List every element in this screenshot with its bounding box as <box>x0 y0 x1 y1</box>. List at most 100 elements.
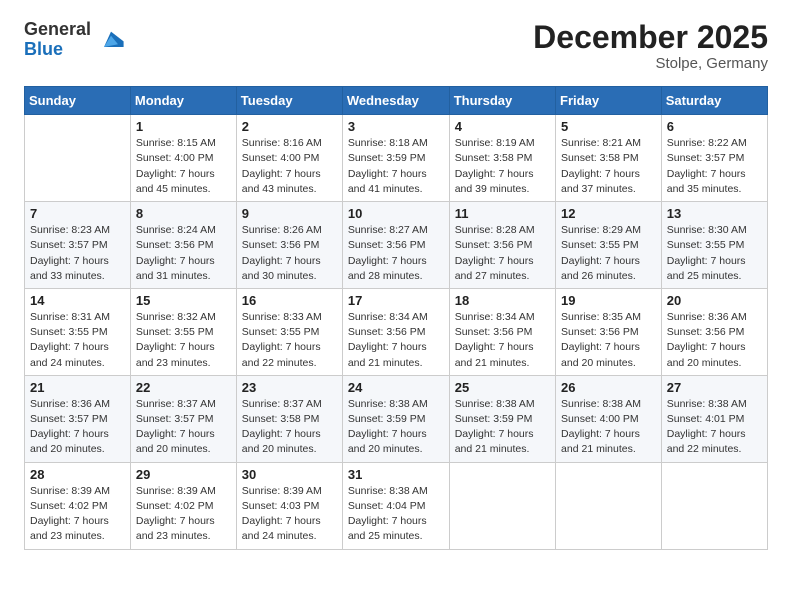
weekday-header-row: SundayMondayTuesdayWednesdayThursdayFrid… <box>25 87 768 115</box>
week-row-4: 21 Sunrise: 8:36 AMSunset: 3:57 PMDayligh… <box>25 375 768 462</box>
day-info: Sunrise: 8:34 AMSunset: 3:56 PMDaylight:… <box>348 310 444 371</box>
day-info: Sunrise: 8:38 AMSunset: 4:04 PMDaylight:… <box>348 484 444 545</box>
day-cell: 5 Sunrise: 8:21 AMSunset: 3:58 PMDaylight… <box>556 115 662 202</box>
day-cell: 18 Sunrise: 8:34 AMSunset: 3:56 PMDayligh… <box>449 288 555 375</box>
day-info: Sunrise: 8:38 AMSunset: 3:59 PMDaylight:… <box>455 397 550 458</box>
day-cell: 6 Sunrise: 8:22 AMSunset: 3:57 PMDaylight… <box>661 115 767 202</box>
day-info: Sunrise: 8:36 AMSunset: 3:57 PMDaylight:… <box>30 397 125 458</box>
day-cell: 8Sunrise: 8:24 AMSunset: 3:56 PMDaylight… <box>130 202 236 289</box>
day-number: 2 <box>242 119 337 134</box>
day-cell: 10 Sunrise: 8:27 AMSunset: 3:56 PMDayligh… <box>342 202 449 289</box>
day-cell: 23 Sunrise: 8:37 AMSunset: 3:58 PMDayligh… <box>236 375 342 462</box>
day-number: 1 <box>136 119 231 134</box>
day-cell: 3 Sunrise: 8:18 AMSunset: 3:59 PMDaylight… <box>342 115 449 202</box>
day-info: Sunrise: 8:38 AMSunset: 4:01 PMDaylight:… <box>667 397 762 458</box>
day-info: Sunrise: 8:26 AMSunset: 3:56 PMDaylight:… <box>242 223 337 284</box>
day-info: Sunrise: 8:28 AMSunset: 3:56 PMDaylight:… <box>455 223 550 284</box>
day-info: Sunrise: 8:39 AMSunset: 4:03 PMDaylight:… <box>242 484 337 545</box>
day-number: 5 <box>561 119 656 134</box>
day-info: Sunrise: 8:22 AMSunset: 3:57 PMDaylight:… <box>667 136 762 197</box>
day-cell: 19 Sunrise: 8:35 AMSunset: 3:56 PMDayligh… <box>556 288 662 375</box>
page-header: General Blue December 2025 Stolpe, Germa… <box>24 20 768 72</box>
weekday-header-saturday: Saturday <box>661 87 767 115</box>
day-number: 18 <box>455 293 550 308</box>
day-number: 10 <box>348 206 444 221</box>
day-info: Sunrise: 8:34 AMSunset: 3:56 PMDaylight:… <box>455 310 550 371</box>
day-cell: 12 Sunrise: 8:29 AMSunset: 3:55 PMDayligh… <box>556 202 662 289</box>
day-cell: 20 Sunrise: 8:36 AMSunset: 3:56 PMDayligh… <box>661 288 767 375</box>
day-number: 25 <box>455 380 550 395</box>
day-cell: 13Sunrise: 8:30 AMSunset: 3:55 PMDayligh… <box>661 202 767 289</box>
day-info: Sunrise: 8:18 AMSunset: 3:59 PMDaylight:… <box>348 136 444 197</box>
day-info: Sunrise: 8:38 AMSunset: 4:00 PMDaylight:… <box>561 397 656 458</box>
week-row-3: 14 Sunrise: 8:31 AMSunset: 3:55 PMDayligh… <box>25 288 768 375</box>
day-number: 12 <box>561 206 656 221</box>
day-number: 28 <box>30 467 125 482</box>
day-number: 7 <box>30 206 125 221</box>
day-cell: 11 Sunrise: 8:28 AMSunset: 3:56 PMDayligh… <box>449 202 555 289</box>
day-cell: 4Sunrise: 8:19 AMSunset: 3:58 PMDaylight… <box>449 115 555 202</box>
day-number: 22 <box>136 380 231 395</box>
day-cell <box>449 462 555 549</box>
day-cell: 22Sunrise: 8:37 AMSunset: 3:57 PMDayligh… <box>130 375 236 462</box>
day-info: Sunrise: 8:31 AMSunset: 3:55 PMDaylight:… <box>30 310 125 371</box>
day-info: Sunrise: 8:21 AMSunset: 3:58 PMDaylight:… <box>561 136 656 197</box>
day-number: 17 <box>348 293 444 308</box>
day-number: 29 <box>136 467 231 482</box>
day-cell: 15 Sunrise: 8:32 AMSunset: 3:55 PMDayligh… <box>130 288 236 375</box>
day-cell: 28 Sunrise: 8:39 AMSunset: 4:02 PMDayligh… <box>25 462 131 549</box>
day-cell: 31 Sunrise: 8:38 AMSunset: 4:04 PMDayligh… <box>342 462 449 549</box>
day-info: Sunrise: 8:19 AMSunset: 3:58 PMDaylight:… <box>455 136 550 197</box>
day-info: Sunrise: 8:16 AMSunset: 4:00 PMDaylight:… <box>242 136 337 197</box>
day-info: Sunrise: 8:36 AMSunset: 3:56 PMDaylight:… <box>667 310 762 371</box>
day-number: 11 <box>455 206 550 221</box>
day-cell: 21 Sunrise: 8:36 AMSunset: 3:57 PMDayligh… <box>25 375 131 462</box>
day-cell: 29 Sunrise: 8:39 AMSunset: 4:02 PMDayligh… <box>130 462 236 549</box>
day-cell <box>25 115 131 202</box>
day-number: 15 <box>136 293 231 308</box>
day-info: Sunrise: 8:37 AMSunset: 3:58 PMDaylight:… <box>242 397 337 458</box>
logo: General Blue <box>24 20 125 60</box>
day-cell <box>661 462 767 549</box>
day-number: 20 <box>667 293 762 308</box>
title-area: December 2025 Stolpe, Germany <box>533 20 768 72</box>
day-cell: 30 Sunrise: 8:39 AMSunset: 4:03 PMDayligh… <box>236 462 342 549</box>
calendar-table: SundayMondayTuesdayWednesdayThursdayFrid… <box>24 86 768 549</box>
day-cell: 9 Sunrise: 8:26 AMSunset: 3:56 PMDaylight… <box>236 202 342 289</box>
day-number: 21 <box>30 380 125 395</box>
day-number: 3 <box>348 119 444 134</box>
weekday-header-friday: Friday <box>556 87 662 115</box>
weekday-header-sunday: Sunday <box>25 87 131 115</box>
day-cell: 1 Sunrise: 8:15 AMSunset: 4:00 PMDaylight… <box>130 115 236 202</box>
day-number: 30 <box>242 467 337 482</box>
day-cell: 14 Sunrise: 8:31 AMSunset: 3:55 PMDayligh… <box>25 288 131 375</box>
weekday-header-monday: Monday <box>130 87 236 115</box>
location: Stolpe, Germany <box>533 55 768 72</box>
day-cell: 27 Sunrise: 8:38 AMSunset: 4:01 PMDayligh… <box>661 375 767 462</box>
day-info: Sunrise: 8:27 AMSunset: 3:56 PMDaylight:… <box>348 223 444 284</box>
day-cell: 2 Sunrise: 8:16 AMSunset: 4:00 PMDaylight… <box>236 115 342 202</box>
day-info: Sunrise: 8:32 AMSunset: 3:55 PMDaylight:… <box>136 310 231 371</box>
day-cell: 24Sunrise: 8:38 AMSunset: 3:59 PMDayligh… <box>342 375 449 462</box>
weekday-header-tuesday: Tuesday <box>236 87 342 115</box>
day-info: Sunrise: 8:15 AMSunset: 4:00 PMDaylight:… <box>136 136 231 197</box>
day-info: Sunrise: 8:39 AMSunset: 4:02 PMDaylight:… <box>30 484 125 545</box>
day-number: 6 <box>667 119 762 134</box>
day-number: 14 <box>30 293 125 308</box>
day-info: Sunrise: 8:35 AMSunset: 3:56 PMDaylight:… <box>561 310 656 371</box>
day-info: Sunrise: 8:24 AMSunset: 3:56 PMDaylight:… <box>136 223 231 284</box>
day-cell: 7Sunrise: 8:23 AMSunset: 3:57 PMDaylight… <box>25 202 131 289</box>
day-info: Sunrise: 8:29 AMSunset: 3:55 PMDaylight:… <box>561 223 656 284</box>
day-cell: 25 Sunrise: 8:38 AMSunset: 3:59 PMDayligh… <box>449 375 555 462</box>
weekday-header-wednesday: Wednesday <box>342 87 449 115</box>
day-number: 23 <box>242 380 337 395</box>
day-info: Sunrise: 8:33 AMSunset: 3:55 PMDaylight:… <box>242 310 337 371</box>
day-number: 19 <box>561 293 656 308</box>
day-number: 27 <box>667 380 762 395</box>
day-number: 26 <box>561 380 656 395</box>
day-info: Sunrise: 8:39 AMSunset: 4:02 PMDaylight:… <box>136 484 231 545</box>
week-row-2: 7Sunrise: 8:23 AMSunset: 3:57 PMDaylight… <box>25 202 768 289</box>
logo-icon <box>97 26 125 54</box>
day-number: 9 <box>242 206 337 221</box>
day-number: 31 <box>348 467 444 482</box>
